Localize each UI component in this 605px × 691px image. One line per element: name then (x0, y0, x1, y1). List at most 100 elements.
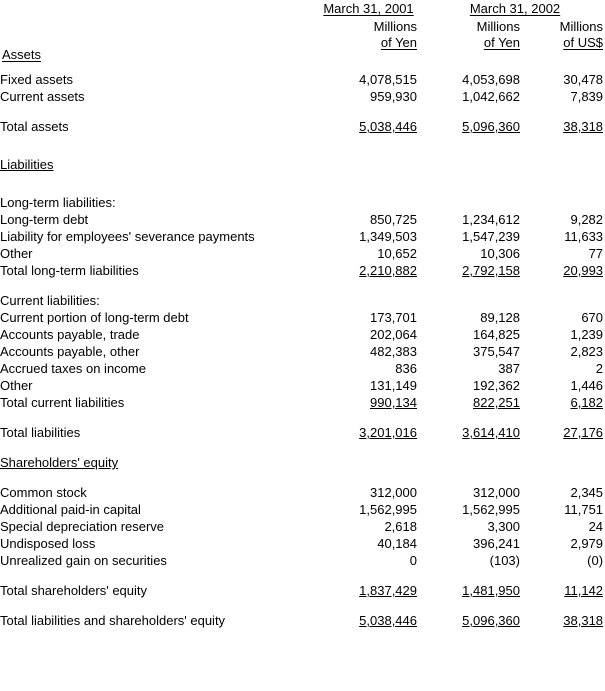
table-row: Total liabilities 3,201,016 3,614,410 27,17… (0, 424, 603, 441)
unit-of-usd-label: of US$ (563, 35, 603, 50)
value-yen-2001: 3,201,016 (303, 424, 417, 441)
spacer-row (0, 58, 603, 71)
value-usd-2002: 7,839 (570, 89, 604, 104)
value-yen-2001: 959,930 (370, 89, 417, 104)
table-row: Current assets 959,930 1,042,662 7,839 (0, 88, 603, 105)
value-usd-2002-text: 38,318 (563, 119, 604, 134)
value-usd-2002-text: 38,318 (563, 613, 604, 628)
table-row: Total long-term liabilities 2,210,882 2,79… (0, 262, 603, 279)
spacer-cell (0, 186, 603, 194)
value-usd-2002: 24 (588, 519, 604, 534)
value-yen-2001-text: 990,134 (370, 395, 417, 410)
value-usd-2002: 38,318 (520, 118, 603, 135)
value-yen-2001: 2,618 (384, 519, 417, 534)
row-label: Current assets (0, 89, 85, 104)
spacer-cell (0, 135, 603, 148)
value-yen-2001: 40,184 (377, 536, 417, 551)
value-yen-2002: 89,128 (480, 310, 520, 325)
row-label: Undisposed loss (0, 536, 96, 551)
value-usd-2002: 27,176 (520, 424, 603, 441)
column-header-date-2001: March 31, 2001 (323, 1, 414, 16)
value-usd-2002: 38,318 (520, 612, 603, 629)
value-yen-2002: 1,042,662 (462, 89, 520, 104)
value-yen-2002-text: 822,251 (473, 395, 520, 410)
value-yen-2001-text: 5,038,446 (359, 119, 417, 134)
row-label: Long-term debt (0, 212, 89, 227)
table-row: Accounts payable, trade 202,064 164,825 1,2… (0, 326, 603, 343)
table-row: Long-term liabilities: (0, 194, 603, 211)
section-heading-assets: Assets (2, 47, 42, 62)
unit-millions-label-1: Millions (373, 19, 417, 34)
value-usd-2002: 11,751 (564, 502, 604, 517)
value-yen-2002: 192,362 (473, 378, 520, 393)
row-label: Total long-term liabilities (0, 263, 139, 278)
table-row: Total assets 5,038,446 5,096,360 38,318 (0, 118, 603, 135)
value-usd-2002: 9,282 (570, 212, 604, 227)
table-row: Liability for employees' severance payme… (0, 228, 603, 245)
table-row: Additional paid-in capital 1,562,995 1,562… (0, 501, 603, 518)
spacer-row (0, 471, 603, 484)
value-yen-2002: (103) (489, 553, 520, 568)
row-label: Long-term liabilities: (0, 195, 116, 210)
value-yen-2002: 1,547,239 (462, 229, 520, 244)
spacer-cell (0, 599, 603, 612)
value-usd-2002: 670 (581, 310, 604, 325)
value-usd-2002: 30,478 (563, 72, 604, 87)
section-heading-row: Liabilities (0, 156, 603, 173)
table-row: Total current liabilities 990,134 822,251 6… (0, 394, 603, 411)
value-yen-2002: 396,241 (473, 536, 520, 551)
value-usd-2002: 6,182 (520, 394, 603, 411)
section-heading-shareholders-equity: Shareholders' equity (0, 454, 603, 471)
value-usd-2002: 77 (588, 246, 604, 261)
table-row: Undisposed loss 40,184 396,241 2,979 (0, 535, 603, 552)
value-yen-2001: 1,837,429 (303, 582, 417, 599)
value-yen-2002-text: 5,096,360 (462, 613, 520, 628)
table-row: Accounts payable, other 482,383 375,547 2,8… (0, 343, 603, 360)
value-yen-2002: 1,562,995 (462, 502, 520, 517)
unit-of-yen-label-1: of Yen (380, 35, 417, 50)
value-usd-2002 (520, 292, 603, 309)
row-label: Current portion of long-term debt (0, 310, 189, 325)
value-yen-2001: 1,562,995 (359, 502, 417, 517)
value-yen-2002-text: 3,614,410 (462, 425, 520, 440)
value-yen-2001: 5,038,446 (303, 118, 417, 135)
value-yen-2001-text: 2,210,882 (359, 263, 417, 278)
row-label: Accounts payable, other (0, 344, 140, 359)
row-label: Total current liabilities (0, 395, 125, 410)
value-usd-2002 (520, 194, 603, 211)
value-yen-2001-text: 1,837,429 (359, 583, 417, 598)
section-heading-text: Liabilities (0, 157, 54, 172)
table-row: Current liabilities: (0, 292, 603, 309)
spacer-cell (0, 441, 603, 454)
value-usd-2002-text: 11,142 (564, 583, 604, 598)
table-row: Fixed assets 4,078,515 4,053,698 30,478 (0, 71, 603, 88)
value-yen-2001: 0 (409, 553, 417, 568)
column-header-date-2002: March 31, 2002 (469, 1, 561, 16)
spacer-cell (0, 173, 603, 186)
value-usd-2002: 2,979 (570, 536, 604, 551)
table-row: Accrued taxes on income 836 387 2 (0, 360, 603, 377)
row-label: Total liabilities and shareholders' equi… (0, 613, 226, 628)
value-usd-2002: 20,993 (520, 262, 603, 279)
spacer-row (0, 599, 603, 612)
spacer-row (0, 569, 603, 582)
table-row: Other 10,652 10,306 77 (0, 245, 603, 262)
value-usd-2002: (0) (587, 553, 604, 568)
value-usd-2002-text: 20,993 (563, 263, 604, 278)
row-label: Current liabilities: (0, 293, 100, 308)
row-label: Special depreciation reserve (0, 519, 165, 534)
spacer-row (0, 173, 603, 186)
value-yen-2001: 836 (395, 361, 417, 376)
spacer-row (0, 279, 603, 292)
table-row: Total liabilities and shareholders' equi… (0, 612, 603, 629)
value-yen-2001 (303, 194, 417, 211)
table-row: Special depreciation reserve 2,618 3,300 24 (0, 518, 603, 535)
table-row: Unrealized gain on securities 0 (103) (0) (0, 552, 603, 569)
spacer-row (0, 441, 603, 454)
value-yen-2001: 173,701 (370, 310, 417, 325)
spacer-row (0, 148, 603, 156)
value-usd-2002: 2 (595, 361, 604, 376)
spacer-cell (0, 58, 603, 71)
value-yen-2001 (303, 292, 417, 309)
value-yen-2001: 482,383 (370, 344, 417, 359)
